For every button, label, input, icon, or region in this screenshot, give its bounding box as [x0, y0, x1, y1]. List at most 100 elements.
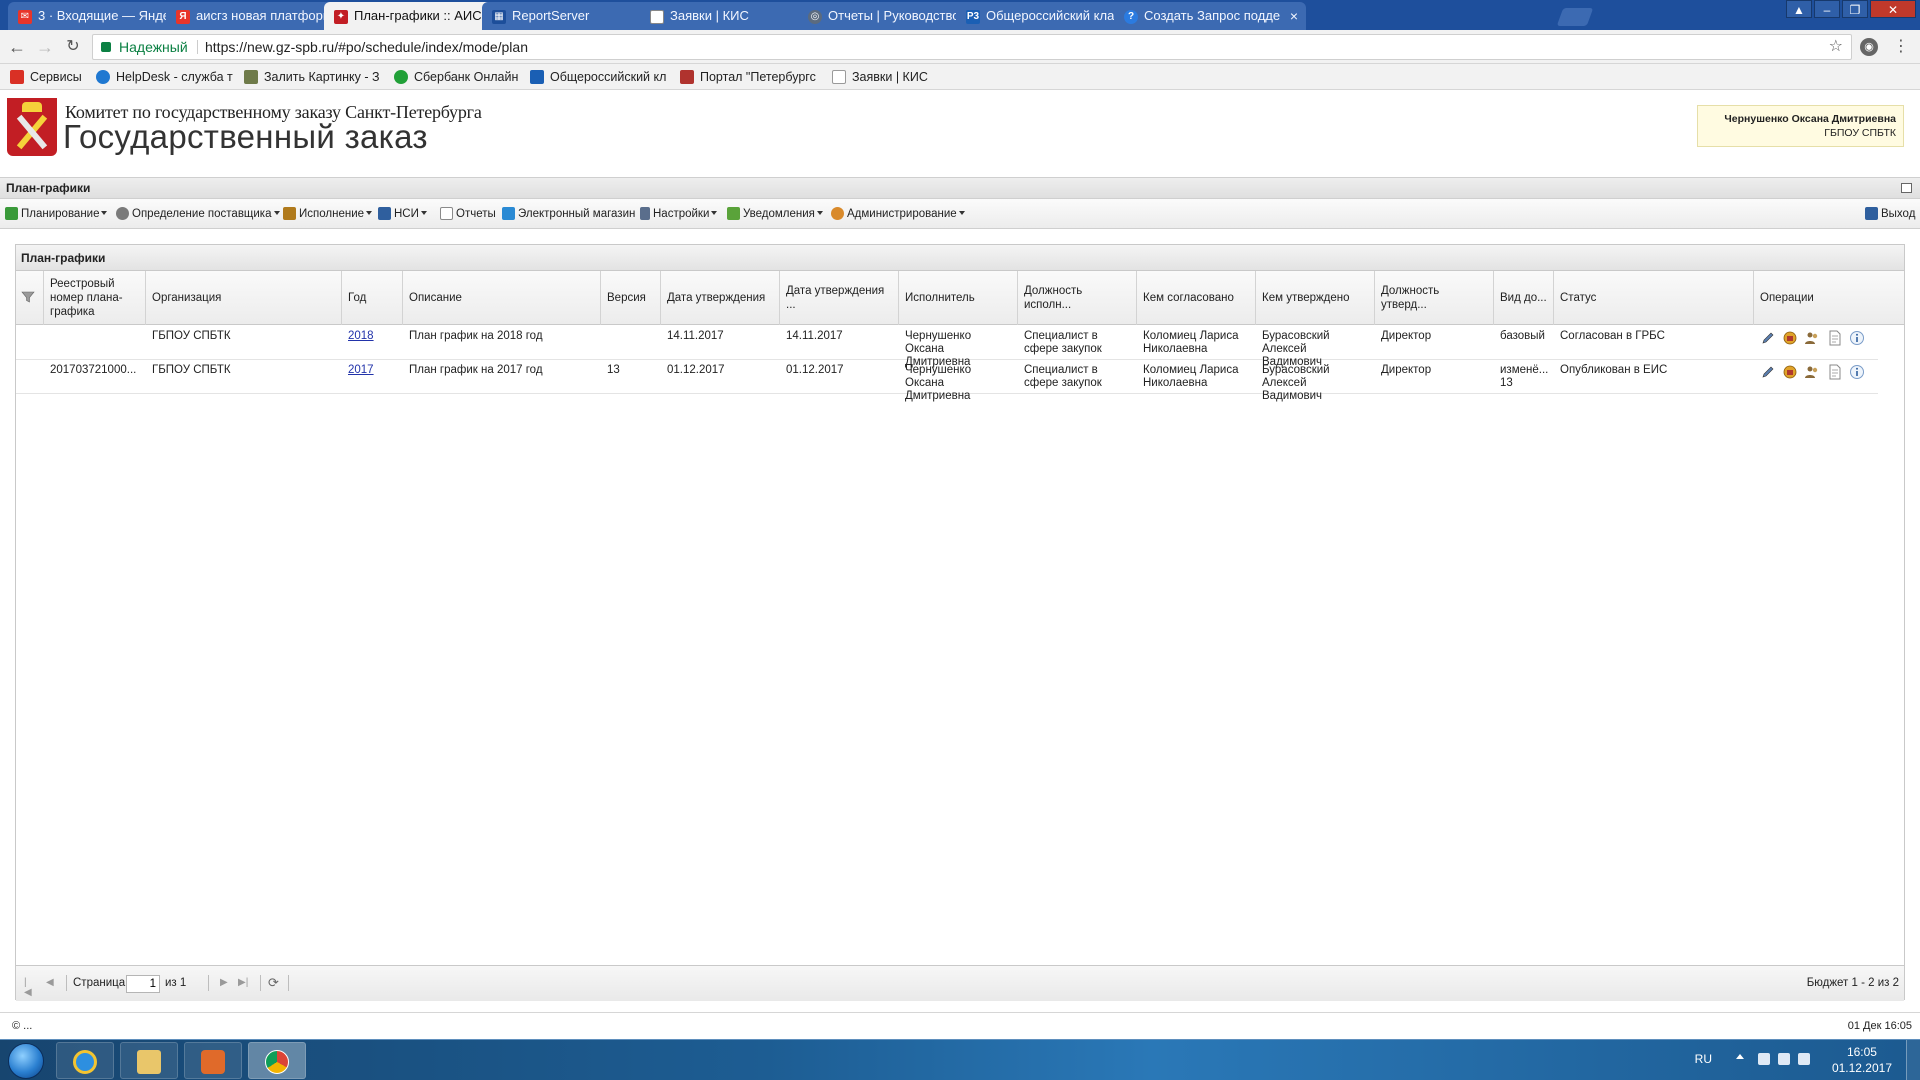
taskbar-media-player[interactable] — [184, 1042, 242, 1079]
column-header[interactable]: Реестровый номер плана-графика — [44, 271, 146, 325]
address-bar: ← → ↻ Надежный https://new.gz-spb.ru/#po… — [0, 30, 1920, 64]
profile-icon[interactable]: ▲ — [1786, 0, 1812, 18]
cell-approved-by: Бурасовский Алексей Вадимович — [1262, 364, 1330, 402]
collapse-icon[interactable] — [1901, 183, 1912, 193]
edit-icon[interactable] — [1760, 364, 1776, 380]
divider — [288, 975, 289, 991]
extension-icon[interactable]: ◉ — [1860, 38, 1878, 56]
column-header[interactable]: Год — [342, 271, 403, 325]
flag-icon[interactable] — [1758, 1053, 1770, 1065]
clock[interactable]: 16:05 01.12.2017 — [1832, 1044, 1892, 1076]
column-header[interactable]: Должность утверд... — [1375, 271, 1494, 325]
column-header[interactable]: Операции — [1754, 271, 1904, 325]
column-header[interactable]: Кем согласовано — [1137, 271, 1256, 325]
menu-supplier[interactable]: Определение поставщика — [116, 199, 280, 229]
column-header[interactable]: Описание — [403, 271, 601, 325]
bookmark-spb-portal[interactable]: Портал "Петербургс — [680, 64, 816, 90]
users-icon[interactable] — [1804, 364, 1820, 380]
year-link[interactable]: 2018 — [348, 330, 374, 342]
bookmark-helpdesk[interactable]: HelpDesk - служба т — [96, 64, 233, 90]
tray-expand-icon[interactable] — [1736, 1054, 1744, 1059]
info-icon[interactable] — [1849, 330, 1865, 346]
taskbar-chrome[interactable] — [248, 1042, 306, 1079]
refresh-icon[interactable]: ⟳ — [268, 976, 279, 989]
tab-title: 3 · Входящие — Яндекс — [38, 8, 174, 23]
bookmark-sberbank[interactable]: Сбербанк Онлайн — [394, 64, 518, 90]
start-button[interactable] — [8, 1043, 44, 1079]
emblem-icon[interactable] — [1782, 330, 1798, 346]
url-path: /#po/schedule/index/mode/plan — [334, 39, 528, 55]
chevron-down-icon — [101, 211, 108, 215]
language-indicator[interactable]: RU — [1695, 1052, 1712, 1066]
prev-page-icon[interactable]: ◀ — [46, 978, 56, 988]
network-icon[interactable] — [1778, 1053, 1790, 1065]
bookmark-star-icon[interactable]: ☆ — [1829, 35, 1843, 59]
menu-nsi[interactable]: НСИ — [378, 199, 427, 229]
maximize-button[interactable]: ❐ — [1842, 0, 1868, 18]
document-icon[interactable] — [1827, 330, 1843, 346]
column-header[interactable]: Дата утверждения — [661, 271, 780, 325]
close-icon[interactable]: × — [1290, 2, 1298, 30]
column-header[interactable]: Исполнитель — [899, 271, 1018, 325]
taskbar-file-explorer[interactable] — [120, 1042, 178, 1079]
last-page-icon[interactable]: ▶| — [238, 978, 248, 988]
volume-icon[interactable] — [1798, 1053, 1810, 1065]
divider — [260, 975, 261, 991]
column-header[interactable]: Кем утверждено — [1256, 271, 1375, 325]
menu-notifications[interactable]: Уведомления — [727, 199, 823, 229]
table-row[interactable]: 201703721000... ГБПОУ СПБТК 2017 План гр… — [16, 360, 1878, 402]
column-header[interactable]: Организация — [146, 271, 342, 325]
column-header[interactable]: Должность исполн... — [1018, 271, 1137, 325]
document-icon[interactable] — [1827, 364, 1843, 380]
menu-reports[interactable]: Отчеты — [440, 199, 496, 229]
cell-doc-kind: базовый — [1500, 330, 1545, 342]
user-info-box[interactable]: Чернушенко Оксана Дмитриевна ГБПОУ СПБТК — [1697, 105, 1904, 147]
column-header[interactable]: Статус — [1554, 271, 1754, 325]
emblem-icon[interactable] — [1782, 364, 1798, 380]
browser-tab[interactable]: ? Создать Запрос поддер × — [1114, 2, 1306, 30]
cell-approval-date-2: 14.11.2017 — [786, 330, 843, 342]
back-icon[interactable]: ← — [6, 36, 28, 58]
filter-icon[interactable] — [21, 290, 35, 304]
column-header[interactable]: Дата утверждения ... — [780, 271, 899, 325]
menu-settings[interactable]: Настройки — [640, 199, 718, 229]
page-number-input[interactable] — [126, 975, 160, 993]
users-icon[interactable] — [1804, 330, 1820, 346]
year-link[interactable]: 2017 — [348, 364, 374, 376]
menu-administration[interactable]: Администрирование — [831, 199, 965, 229]
chevron-down-icon — [711, 211, 718, 215]
next-page-icon[interactable]: ▶ — [220, 978, 230, 988]
cell-executor-position: Специалист в сфере закупок — [1024, 330, 1102, 355]
logout-button[interactable]: Выход — [1865, 199, 1915, 229]
menu-e-shop[interactable]: Электронный магазин — [502, 199, 635, 229]
forward-icon[interactable]: → — [34, 36, 56, 58]
column-header[interactable]: Вид до... — [1494, 271, 1554, 325]
bookmark-kis[interactable]: Заявки | КИС — [832, 64, 928, 90]
close-window-button[interactable]: ✕ — [1870, 0, 1916, 18]
new-tab-button[interactable] — [1556, 8, 1594, 26]
bookmark-upload-image[interactable]: Залить Картинку - З — [244, 64, 380, 90]
p3-icon — [530, 70, 544, 84]
taskbar-internet-explorer[interactable] — [56, 1042, 114, 1079]
menu-planning[interactable]: Планирование — [5, 199, 108, 229]
divider — [66, 975, 67, 991]
minimize-button[interactable]: – — [1814, 0, 1840, 18]
menu-execution[interactable]: Исполнение — [283, 199, 373, 229]
url-input[interactable]: Надежный https://new.gz-spb.ru/#po/sched… — [92, 34, 1852, 60]
reload-icon[interactable]: ↻ — [62, 36, 84, 58]
bookmark-okpd[interactable]: Общероссийский кл — [530, 64, 666, 90]
cell-org: ГБПОУ СПБТК — [152, 364, 231, 376]
wrench-icon — [640, 207, 650, 220]
show-desktop-button[interactable] — [1906, 1040, 1920, 1080]
execution-icon — [283, 207, 296, 220]
info-icon[interactable] — [1849, 364, 1865, 380]
filter-column[interactable] — [16, 271, 44, 325]
menu-dots-icon[interactable]: ⋮ — [1890, 36, 1912, 58]
reportserver-icon: ▦ — [492, 10, 506, 24]
first-page-icon[interactable]: |◀ — [24, 978, 34, 998]
edit-icon[interactable] — [1760, 330, 1776, 346]
table-row[interactable]: ГБПОУ СПБТК 2018 План график на 2018 год… — [16, 326, 1878, 368]
column-header[interactable]: Версия — [601, 271, 661, 325]
chrome-icon — [265, 1050, 289, 1074]
bookmark-services[interactable]: Сервисы — [10, 64, 82, 90]
